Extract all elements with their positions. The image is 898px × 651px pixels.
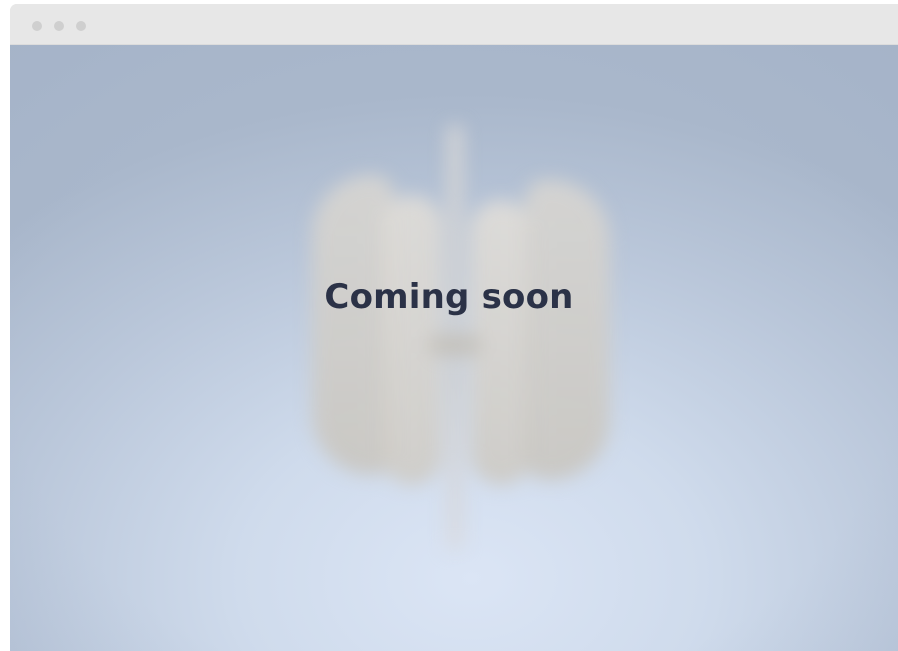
window-maximize-dot[interactable] (76, 21, 86, 31)
browser-window (10, 4, 898, 651)
window-close-dot[interactable] (32, 21, 42, 31)
background-vignette (10, 45, 898, 651)
window-titlebar (10, 4, 898, 45)
coming-soon-heading: Coming soon (324, 277, 574, 317)
content-viewport (10, 45, 898, 651)
window-minimize-dot[interactable] (54, 21, 64, 31)
